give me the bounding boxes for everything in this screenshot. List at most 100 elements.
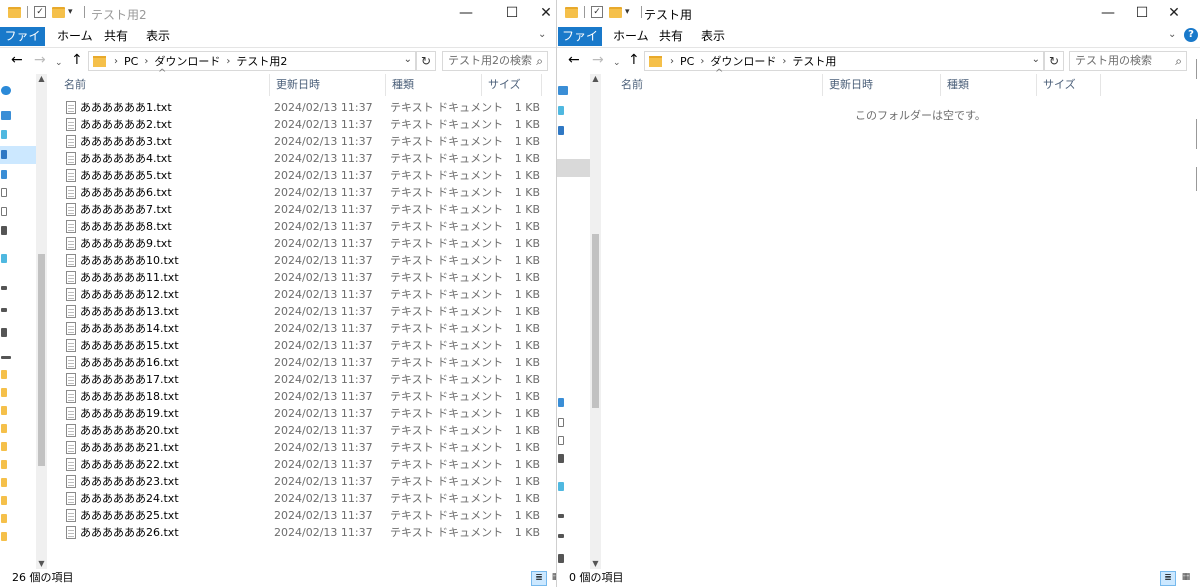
maximize-icon[interactable]: ☐	[1127, 4, 1157, 22]
videos-icon[interactable]	[558, 436, 564, 445]
table-row[interactable]: ああああああ7.txt 2024/02/13 11:37 テキスト ドキュメント 1 …	[62, 201, 552, 218]
drive-icon[interactable]	[1, 356, 11, 359]
objects-icon[interactable]	[558, 482, 564, 491]
refresh-icon[interactable]: ↻	[1044, 51, 1064, 71]
breadcrumb-pc[interactable]: PC	[680, 55, 694, 68]
objects-icon[interactable]	[1, 254, 7, 263]
new-folder-icon[interactable]	[609, 6, 622, 18]
table-row[interactable]: ああああああ22.txt 2024/02/13 11:37 テキスト ドキュメント 1…	[62, 456, 552, 473]
table-row[interactable]: ああああああ14.txt 2024/02/13 11:37 テキスト ドキュメント 1…	[62, 320, 552, 337]
ribbon-expand-icon[interactable]: ⌄	[538, 29, 546, 40]
nav-selected-item[interactable]	[557, 159, 591, 177]
recent-dropdown-icon[interactable]: ⌄	[55, 56, 63, 70]
search-input[interactable]: テスト用の検索 ⌕	[1069, 51, 1187, 71]
column-type[interactable]: 種類	[386, 74, 482, 96]
table-row[interactable]: ああああああ11.txt 2024/02/13 11:37 テキスト ドキュメント 1…	[62, 269, 552, 286]
large-icons-view-icon[interactable]: ▦	[548, 571, 556, 586]
tab-view[interactable]: 表示	[146, 27, 170, 46]
scroll-up-icon[interactable]: ▲	[590, 74, 601, 84]
folder-icon[interactable]	[1, 388, 7, 397]
new-folder-icon[interactable]	[52, 6, 65, 18]
table-row[interactable]: ああああああ17.txt 2024/02/13 11:37 テキスト ドキュメント 1…	[62, 371, 552, 388]
documents-icon[interactable]	[1, 170, 7, 179]
up-icon[interactable]: ↑	[628, 53, 640, 67]
scrollbar-thumb[interactable]	[592, 234, 599, 408]
scroll-up-icon[interactable]: ▲	[36, 74, 47, 84]
tab-view[interactable]: 表示	[701, 27, 725, 46]
breadcrumb-downloads[interactable]: ダウンロード	[154, 53, 220, 69]
videos-icon[interactable]	[1, 207, 7, 216]
maximize-icon[interactable]: ☐	[497, 4, 527, 22]
folder-icon[interactable]	[1, 496, 7, 505]
table-row[interactable]: ああああああ5.txt 2024/02/13 11:37 テキスト ドキュメント 1 …	[62, 167, 552, 184]
ribbon-expand-icon[interactable]: ⌄	[1168, 29, 1176, 40]
documents-icon[interactable]	[558, 398, 564, 407]
tab-file[interactable]: ファイル	[558, 27, 602, 62]
folder-icon[interactable]	[1, 370, 7, 379]
table-row[interactable]: ああああああ16.txt 2024/02/13 11:37 テキスト ドキュメント 1…	[62, 354, 552, 371]
scroll-down-icon[interactable]: ▼	[590, 559, 601, 569]
column-size[interactable]: サイズ	[1037, 74, 1101, 96]
breadcrumb-downloads[interactable]: ダウンロード	[710, 53, 776, 69]
search-input[interactable]: テスト用2の検索 ⌕	[442, 51, 548, 71]
network-drive-icon[interactable]	[558, 554, 564, 563]
chevron-icon[interactable]: ›	[700, 56, 704, 67]
tab-share[interactable]: 共有	[659, 27, 683, 46]
chevron-icon[interactable]: ›	[226, 56, 230, 67]
breadcrumb-current[interactable]: テスト用	[792, 53, 836, 69]
table-row[interactable]: ああああああ6.txt 2024/02/13 11:37 テキスト ドキュメント 1 …	[62, 184, 552, 201]
scrollbar-thumb[interactable]	[38, 254, 45, 466]
table-row[interactable]: ああああああ9.txt 2024/02/13 11:37 テキスト ドキュメント 1 …	[62, 235, 552, 252]
table-row[interactable]: ああああああ10.txt 2024/02/13 11:37 テキスト ドキュメント 1…	[62, 252, 552, 269]
tab-home[interactable]: ホーム	[613, 27, 649, 46]
column-size[interactable]: サイズ	[482, 74, 542, 96]
folder-icon[interactable]	[1, 406, 7, 415]
pictures-icon[interactable]	[1, 188, 7, 197]
address-dropdown-icon[interactable]: ⌄	[1032, 54, 1040, 65]
nav-scrollbar[interactable]: ▲ ▼	[36, 74, 47, 569]
up-icon[interactable]: ↑	[71, 53, 83, 67]
search-icon[interactable]: ⌕	[536, 52, 543, 70]
properties-icon[interactable]: ✓	[34, 6, 46, 18]
table-row[interactable]: ああああああ8.txt 2024/02/13 11:37 テキスト ドキュメント 1 …	[62, 218, 552, 235]
tab-share[interactable]: 共有	[104, 27, 128, 46]
table-row[interactable]: ああああああ20.txt 2024/02/13 11:37 テキスト ドキュメント 1…	[62, 422, 552, 439]
title-bar[interactable]: ✓ ▾ テスト用 — ☐ ✕	[557, 0, 1200, 27]
pc-icon[interactable]	[558, 86, 568, 95]
tab-home[interactable]: ホーム	[57, 27, 93, 46]
column-name[interactable]: 名前	[615, 74, 823, 96]
column-name[interactable]: 名前	[58, 74, 270, 96]
drive-icon[interactable]	[1, 308, 7, 312]
properties-icon[interactable]: ✓	[591, 6, 603, 18]
nav-scrollbar[interactable]: ▲ ▼	[590, 74, 601, 569]
pc-icon[interactable]	[1, 111, 11, 120]
music-icon[interactable]	[558, 454, 564, 463]
close-icon[interactable]: ✕	[536, 4, 556, 22]
table-row[interactable]: ああああああ12.txt 2024/02/13 11:37 テキスト ドキュメント 1…	[62, 286, 552, 303]
desktop-icon[interactable]	[1, 130, 7, 139]
table-row[interactable]: ああああああ4.txt 2024/02/13 11:37 テキスト ドキュメント 1 …	[62, 150, 552, 167]
download-icon[interactable]	[1, 150, 7, 159]
address-bar[interactable]: › PC › ダウンロード › テスト用 ⌄	[644, 51, 1044, 71]
network-drive-icon[interactable]	[1, 328, 7, 337]
customize-dropdown-icon[interactable]: ▾	[68, 7, 73, 17]
table-row[interactable]: ああああああ23.txt 2024/02/13 11:37 テキスト ドキュメント 1…	[62, 473, 552, 490]
large-icons-view-icon[interactable]: ▦	[1178, 571, 1194, 586]
table-row[interactable]: ああああああ26.txt 2024/02/13 11:37 テキスト ドキュメント 1…	[62, 524, 552, 541]
minimize-icon[interactable]: —	[451, 4, 481, 22]
details-view-icon[interactable]: ≣	[1160, 571, 1176, 586]
forward-icon[interactable]: →	[34, 53, 46, 67]
table-row[interactable]: ああああああ19.txt 2024/02/13 11:37 テキスト ドキュメント 1…	[62, 405, 552, 422]
address-dropdown-icon[interactable]: ⌄	[404, 54, 412, 65]
column-date[interactable]: 更新日時	[823, 74, 941, 96]
desktop-icon[interactable]	[558, 106, 564, 115]
back-icon[interactable]: ←	[11, 53, 23, 67]
table-row[interactable]: ああああああ15.txt 2024/02/13 11:37 テキスト ドキュメント 1…	[62, 337, 552, 354]
table-row[interactable]: ああああああ24.txt 2024/02/13 11:37 テキスト ドキュメント 1…	[62, 490, 552, 507]
scroll-down-icon[interactable]: ▼	[36, 559, 47, 569]
download-icon[interactable]	[558, 126, 564, 135]
table-row[interactable]: ああああああ18.txt 2024/02/13 11:37 テキスト ドキュメント 1…	[62, 388, 552, 405]
search-icon[interactable]: ⌕	[1175, 52, 1182, 70]
folder-icon[interactable]	[1, 442, 7, 451]
folder-icon[interactable]	[1, 532, 7, 541]
